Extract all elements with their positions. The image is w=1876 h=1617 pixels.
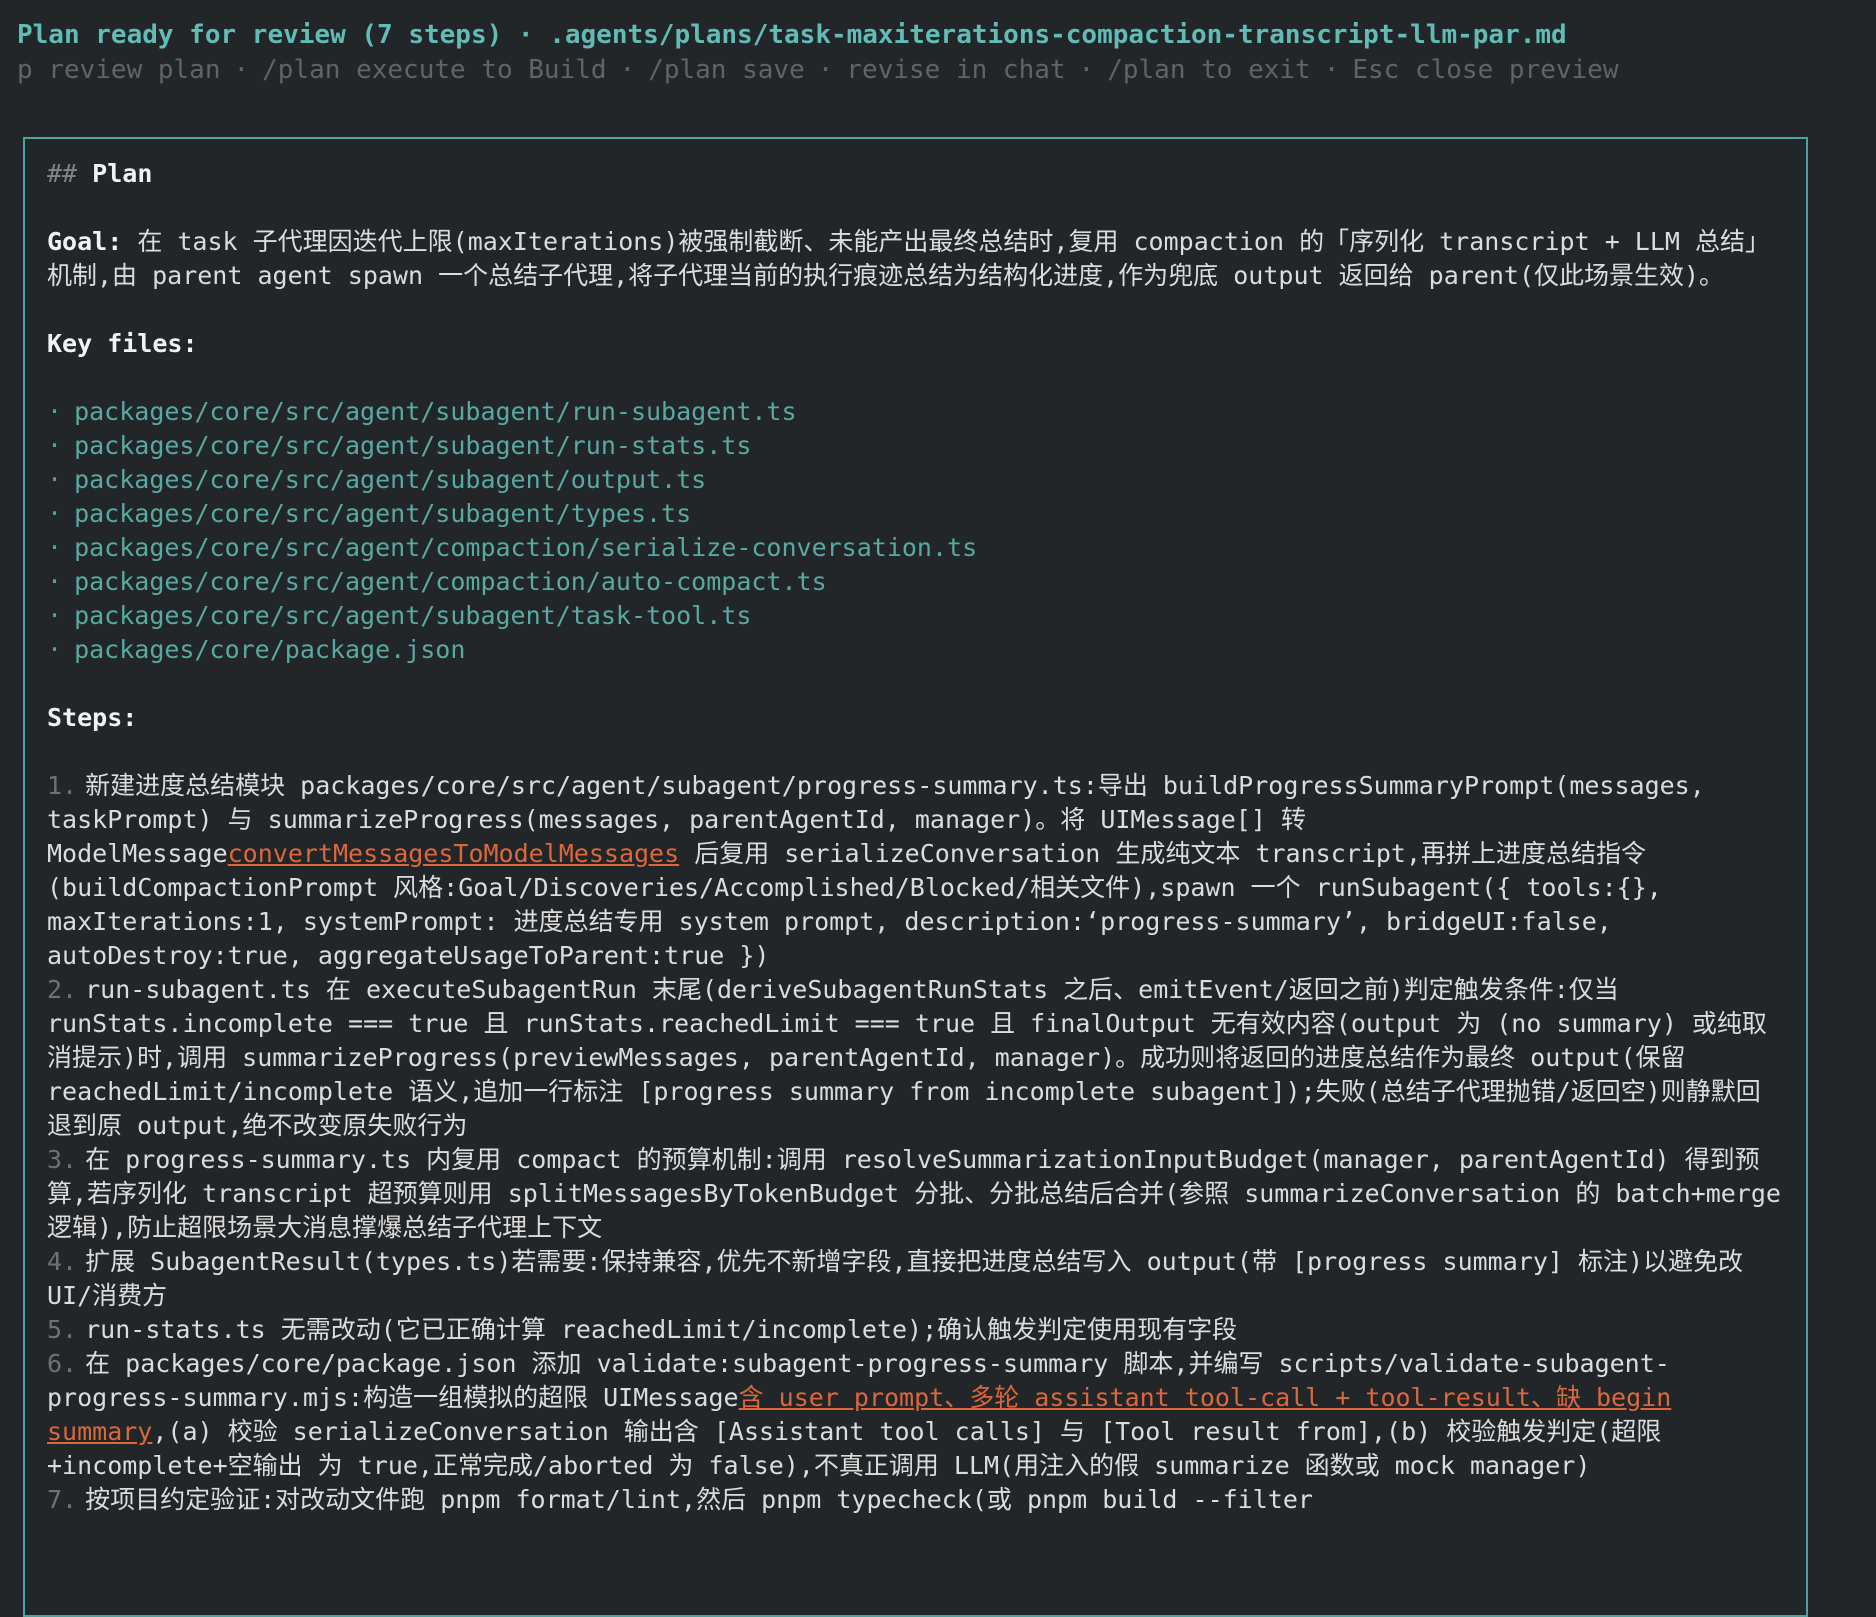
step-item: 6. 在 packages/core/package.json 添加 valida… <box>47 1347 1784 1483</box>
step-text: 在 progress-summary.ts 内复用 compact 的预算机制:… <box>47 1145 1781 1242</box>
goal-label: Goal: <box>47 227 123 256</box>
key-file-path[interactable]: packages/core/src/agent/subagent/run-sub… <box>74 397 796 426</box>
bullet-icon: · <box>47 567 63 596</box>
bullet-icon: · <box>47 431 63 460</box>
step-text-continued: ,(a) 校验 serializeConversation 输出含 [Assis… <box>47 1417 1662 1480</box>
keybinding-hints: p review plan · /plan execute to Build · /pl… <box>17 53 1618 87</box>
hint-plan-execute[interactable]: /plan execute to Build <box>262 55 606 85</box>
step-number: 4. <box>47 1247 78 1276</box>
hint-plan-save[interactable]: /plan save <box>648 55 805 85</box>
step-number: 7. <box>47 1485 78 1514</box>
hint-separator: · <box>619 55 636 85</box>
bullet-icon: · <box>47 499 63 528</box>
plan-heading: ## Plan <box>47 157 1784 191</box>
key-file-path[interactable]: packages/core/src/agent/subagent/task-to… <box>74 601 751 630</box>
plan-preview-panel[interactable]: ## Plan Goal: 在 task 子代理因迭代上限(maxIterati… <box>23 137 1808 1617</box>
bullet-icon: · <box>47 397 63 426</box>
step-item: 1. 新建进度总结模块 packages/core/src/agent/subag… <box>47 769 1784 973</box>
step-number: 3. <box>47 1145 78 1174</box>
plan-title: Plan ready for review (7 steps) · .agent… <box>17 20 1567 50</box>
hint-separator: · <box>233 55 250 85</box>
key-file-path[interactable]: packages/core/src/agent/compaction/seria… <box>74 533 977 562</box>
bullet-icon: · <box>47 533 63 562</box>
key-file-path[interactable]: packages/core/package.json <box>74 635 465 664</box>
hint-close-preview[interactable]: Esc close preview <box>1352 55 1618 85</box>
step-text: 按项目约定验证:对改动文件跑 pnpm format/lint,然后 pnpm … <box>85 1485 1313 1514</box>
key-file-item: · packages/core/src/agent/subagent/run-su… <box>47 395 1784 429</box>
step-text: run-stats.ts 无需改动(它已正确计算 reachedLimit/in… <box>85 1315 1238 1344</box>
bullet-icon: · <box>47 601 63 630</box>
step-item: 2. run-subagent.ts 在 executeSubagentRun 末… <box>47 973 1784 1143</box>
bullet-icon: · <box>47 465 63 494</box>
step-number: 2. <box>47 975 78 1004</box>
key-file-path[interactable]: packages/core/src/agent/subagent/types.t… <box>74 499 691 528</box>
hint-separator: · <box>1323 55 1340 85</box>
goal-text: 在 task 子代理因迭代上限(maxIterations)被强制截断、未能产出… <box>47 227 1770 290</box>
step-reference-link[interactable]: convertMessagesToModelMessages <box>228 839 680 868</box>
hint-review-plan[interactable]: p review plan <box>17 55 221 85</box>
hint-revise-in-chat[interactable]: revise in chat <box>846 55 1065 85</box>
key-file-path[interactable]: packages/core/src/agent/compaction/auto-… <box>74 567 827 596</box>
key-file-item: · packages/core/src/agent/subagent/types.… <box>47 497 1784 531</box>
goal-paragraph: Goal: 在 task 子代理因迭代上限(maxIterations)被强制截… <box>47 225 1784 293</box>
step-item: 5. run-stats.ts 无需改动(它已正确计算 reachedLimit/… <box>47 1313 1784 1347</box>
step-number: 6. <box>47 1349 78 1378</box>
heading-text: Plan <box>92 159 153 188</box>
step-text: 扩展 SubagentResult(types.ts)若需要:保持兼容,优先不新… <box>47 1247 1744 1310</box>
step-item: 3. 在 progress-summary.ts 内复用 compact 的预算机… <box>47 1143 1784 1245</box>
key-file-item: · packages/core/src/agent/compaction/auto… <box>47 565 1784 599</box>
heading-marker: ## <box>47 159 78 188</box>
key-file-item: · packages/core/src/agent/compaction/seri… <box>47 531 1784 565</box>
key-file-item: · packages/core/src/agent/subagent/task-t… <box>47 599 1784 633</box>
key-files-list: · packages/core/src/agent/subagent/run-su… <box>47 395 1784 667</box>
steps-label: Steps: <box>47 703 138 732</box>
key-files-label: Key files: <box>47 329 198 358</box>
key-file-item: · packages/core/src/agent/subagent/run-st… <box>47 429 1784 463</box>
step-number: 5. <box>47 1315 78 1344</box>
step-item: 7. 按项目约定验证:对改动文件跑 pnpm format/lint,然后 pnp… <box>47 1483 1784 1517</box>
hint-plan-exit[interactable]: /plan to exit <box>1107 55 1311 85</box>
key-file-item: · packages/core/src/agent/subagent/output… <box>47 463 1784 497</box>
key-file-path[interactable]: packages/core/src/agent/subagent/output.… <box>74 465 706 494</box>
key-file-item: · packages/core/package.json <box>47 633 1784 667</box>
step-text: run-subagent.ts 在 executeSubagentRun 末尾(… <box>47 975 1767 1140</box>
steps-list: 1. 新建进度总结模块 packages/core/src/agent/subag… <box>47 769 1784 1517</box>
hint-separator: · <box>817 55 834 85</box>
key-file-path[interactable]: packages/core/src/agent/subagent/run-sta… <box>74 431 751 460</box>
step-item: 4. 扩展 SubagentResult(types.ts)若需要:保持兼容,优先… <box>47 1245 1784 1313</box>
hint-separator: · <box>1078 55 1095 85</box>
bullet-icon: · <box>47 635 63 664</box>
step-number: 1. <box>47 771 78 800</box>
